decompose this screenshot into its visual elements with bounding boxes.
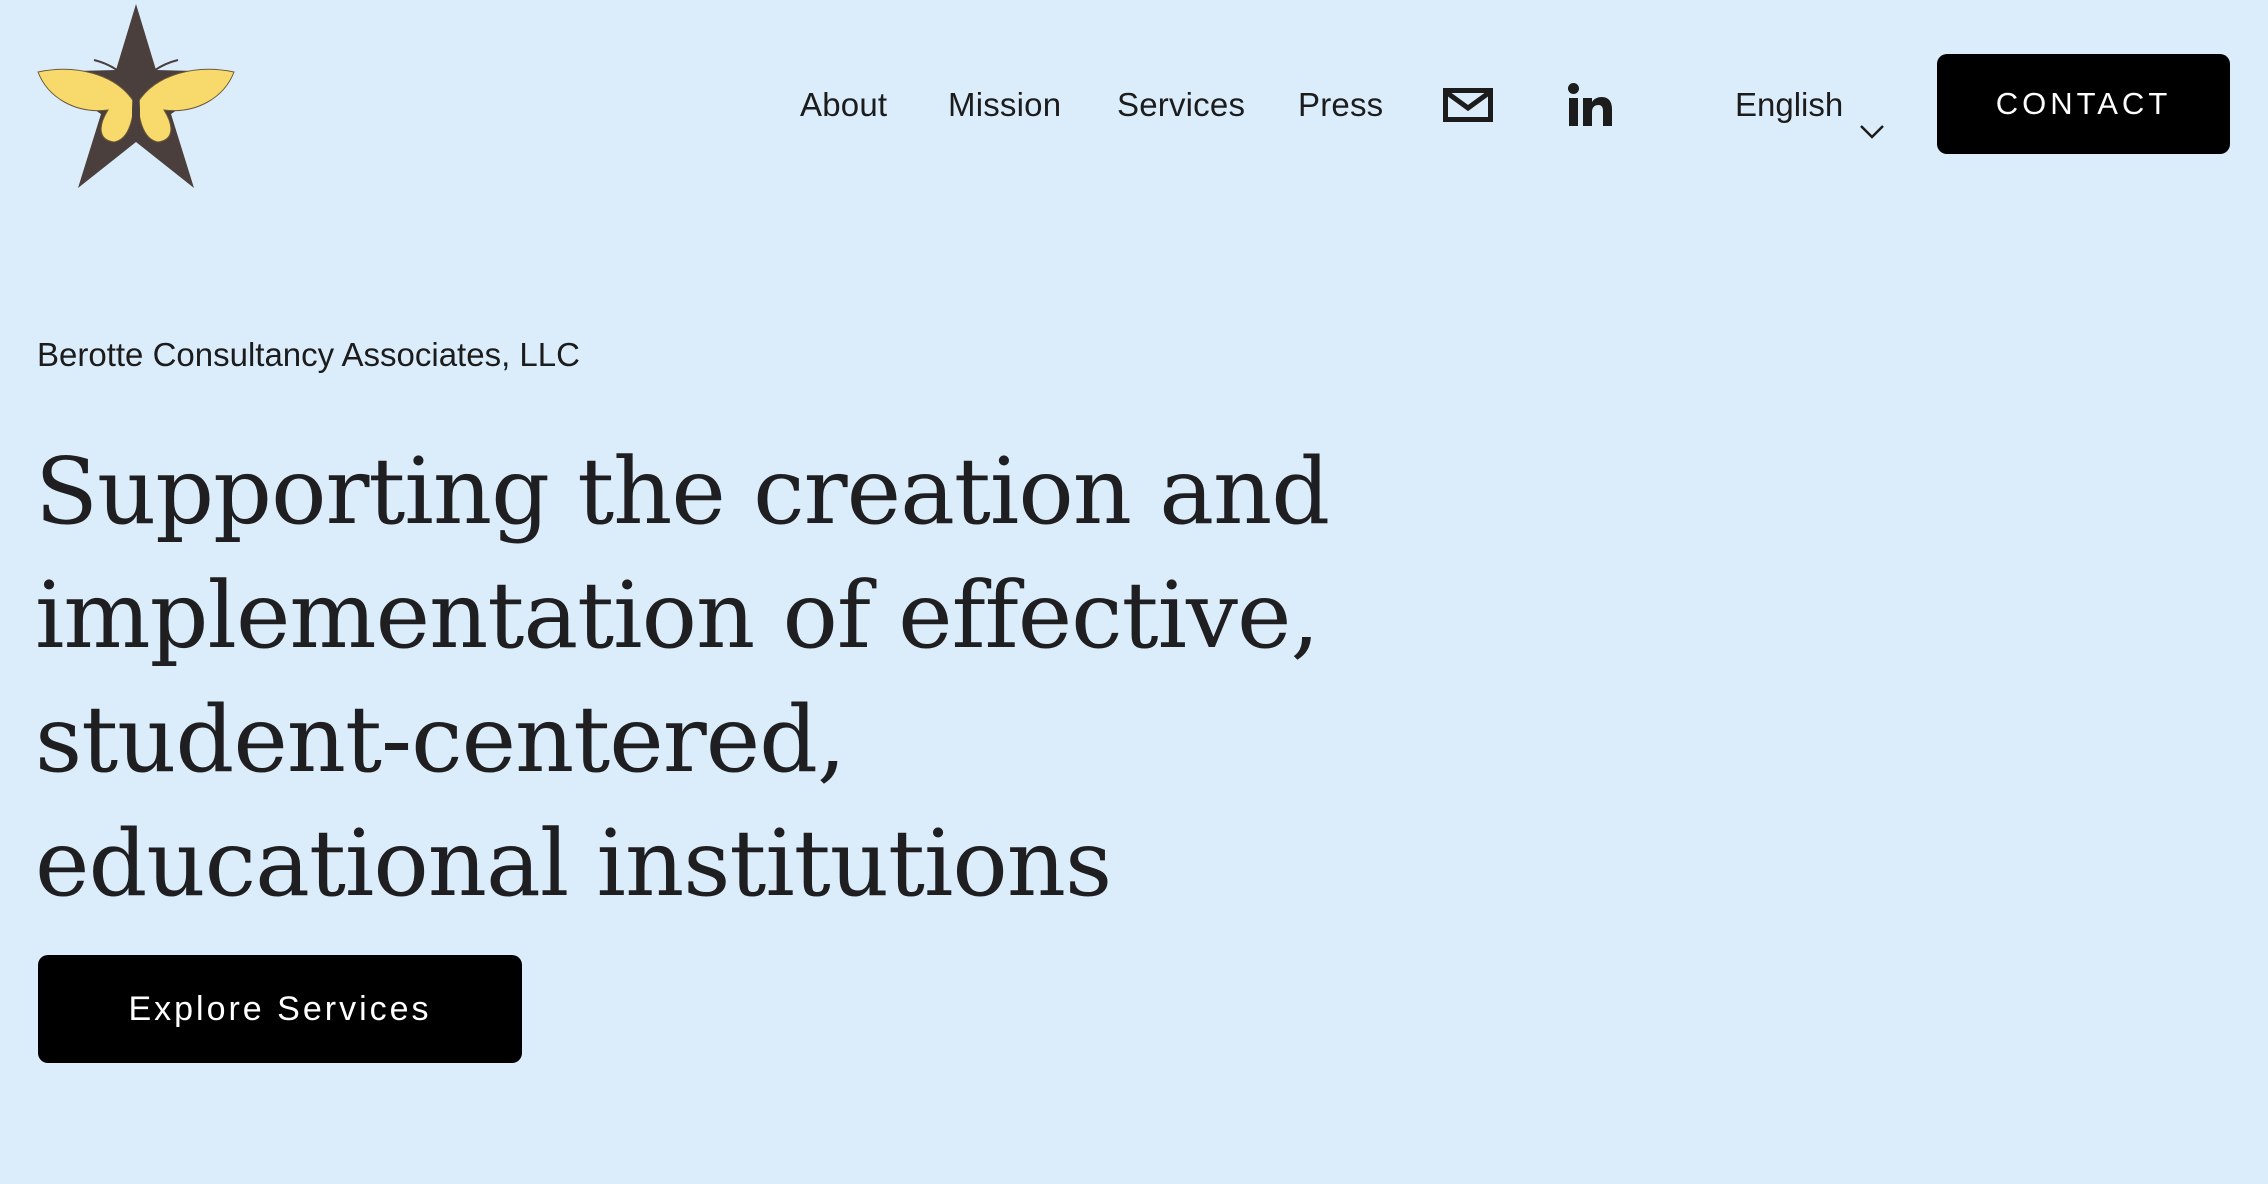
- nav-press-link[interactable]: Press: [1298, 72, 1383, 138]
- main-nav: About Mission Services Press English: [0, 72, 2268, 139]
- site-header: About Mission Services Press English CON…: [0, 0, 2268, 210]
- nav-about-link[interactable]: About: [800, 72, 887, 138]
- explore-services-button[interactable]: Explore Services: [38, 955, 522, 1063]
- language-selector[interactable]: English: [1735, 72, 1885, 139]
- contact-button[interactable]: CONTACT: [1937, 54, 2230, 154]
- mail-icon[interactable]: [1442, 80, 1494, 130]
- nav-services-link[interactable]: Services: [1117, 72, 1245, 138]
- nav-mission-link[interactable]: Mission: [948, 72, 1061, 138]
- chevron-down-icon: [1859, 96, 1885, 139]
- company-name: Berotte Consultancy Associates, LLC: [37, 336, 580, 373]
- linkedin-icon[interactable]: [1564, 80, 1616, 130]
- hero-headline: Supporting the creation and implementati…: [35, 438, 1330, 917]
- language-selected-label: English: [1735, 86, 1844, 123]
